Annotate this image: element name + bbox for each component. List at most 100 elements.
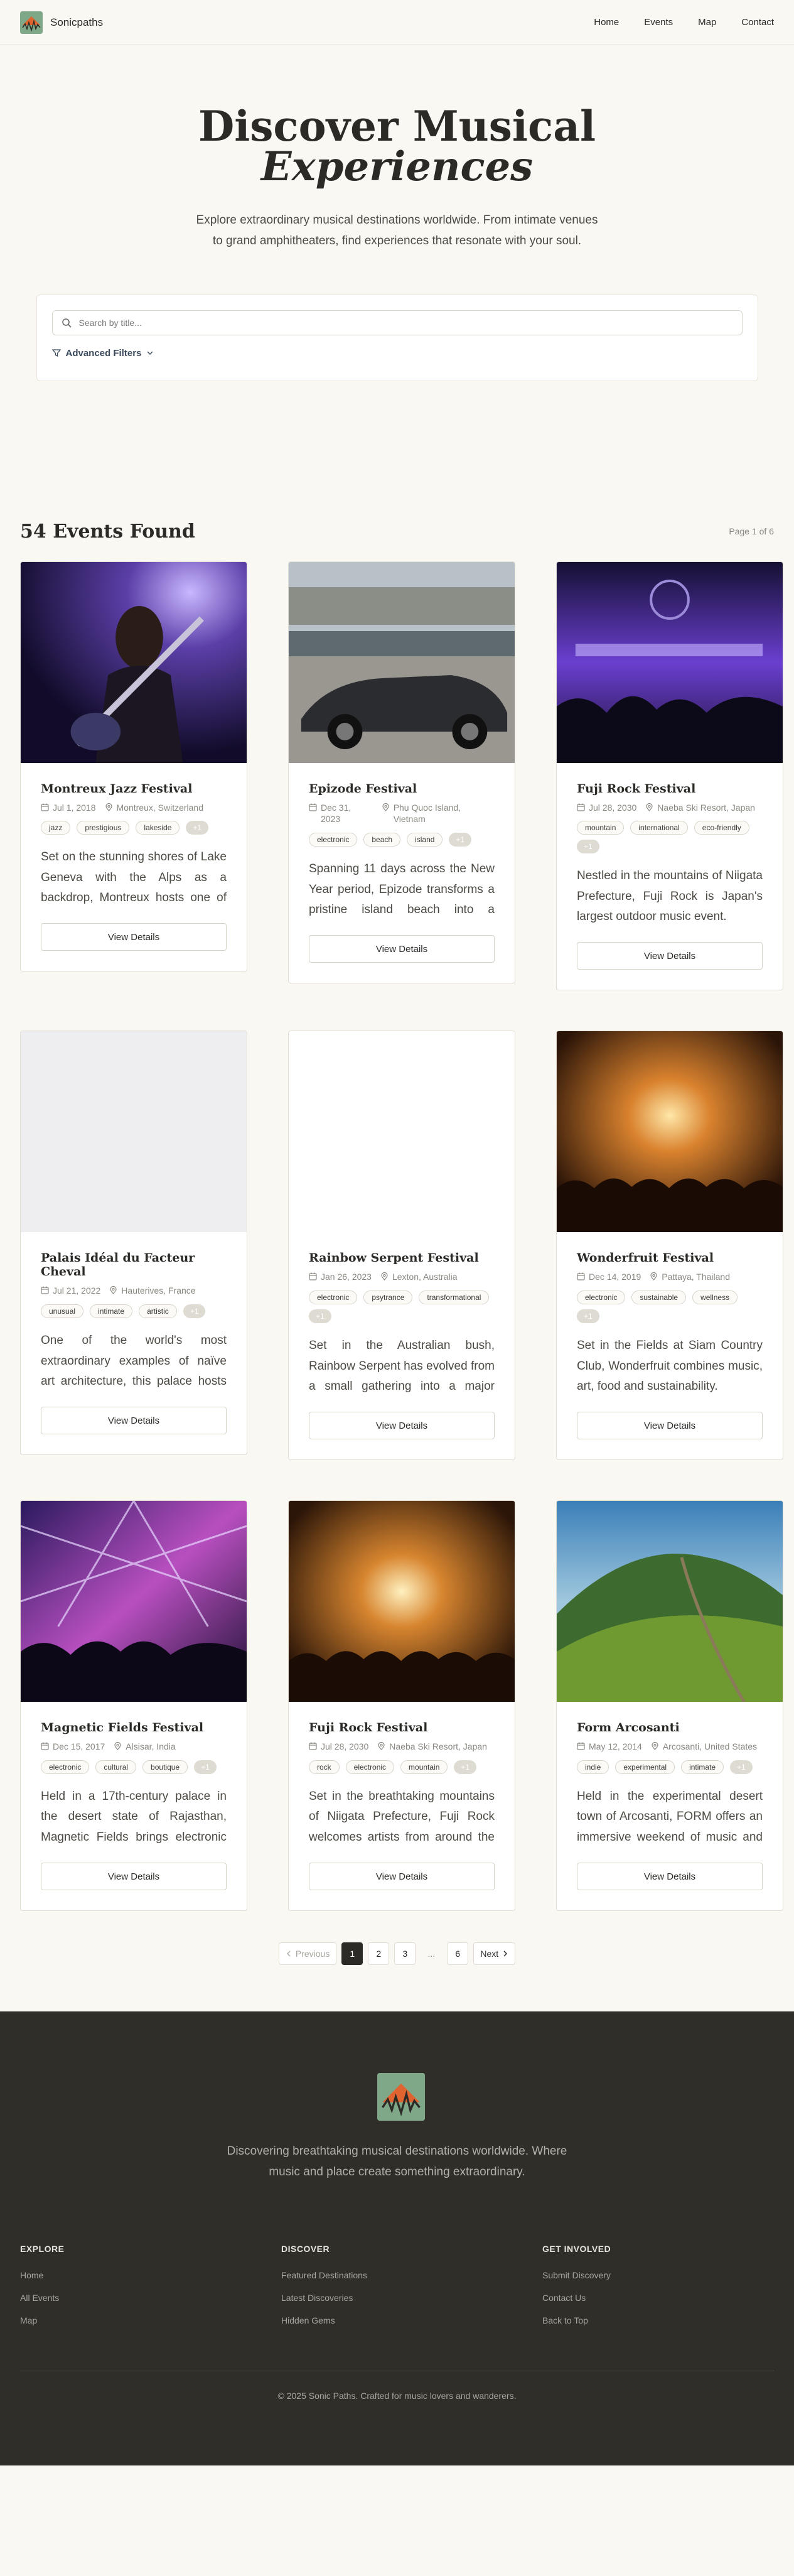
event-meta: Jul 21, 2022 Hauterives, France [41, 1285, 227, 1297]
sonicpaths-logo-icon[interactable] [20, 11, 43, 34]
event-date-text: Dec 15, 2017 [53, 1741, 105, 1752]
footer-copyright: © 2025 Sonic Paths. Crafted for music lo… [277, 2391, 517, 2401]
calendar-icon [41, 1742, 49, 1750]
view-details-button[interactable]: View Details [577, 942, 763, 970]
event-date: Jul 21, 2022 [41, 1285, 100, 1297]
page-button-6[interactable]: 6 [447, 1942, 469, 1966]
footer-link-featured[interactable]: Featured Destinations [281, 2270, 542, 2280]
view-details-button[interactable]: View Details [41, 1407, 227, 1435]
nav-map[interactable]: Map [698, 17, 716, 28]
previous-page-button[interactable]: Previous [278, 1942, 337, 1966]
filter-icon [51, 349, 61, 357]
footer-link-latest[interactable]: Latest Discoveries [281, 2293, 542, 2303]
view-details-button[interactable]: View Details [577, 1863, 763, 1891]
event-title[interactable]: Fuji Rock Festival [577, 782, 763, 796]
footer-link-contact[interactable]: Contact Us [542, 2293, 731, 2303]
event-image[interactable] [557, 1501, 783, 1702]
event-title[interactable]: Fuji Rock Festival [309, 1721, 495, 1734]
event-card-body: Epizode Festival Dec 31, 2023 Phu Quoc I… [289, 763, 515, 983]
event-image[interactable] [289, 561, 515, 763]
tag-badge: electronic [41, 1760, 90, 1775]
event-location: Naeba Ski Resort, Japan [377, 1741, 487, 1753]
event-date-text: Dec 31, 2023 [321, 802, 351, 825]
event-image[interactable] [557, 561, 783, 763]
event-card[interactable]: Epizode Festival Dec 31, 2023 Phu Quoc I… [288, 561, 515, 984]
footer-link-submit[interactable]: Submit Discovery [542, 2270, 731, 2280]
results-header: 54 Events Found Page 1 of 6 [0, 521, 794, 543]
footer-link-hidden-gems[interactable]: Hidden Gems [281, 2315, 542, 2325]
event-image[interactable] [289, 1031, 515, 1233]
event-card[interactable]: Rainbow Serpent Festival Jan 26, 2023 Le… [288, 1031, 515, 1461]
footer-link-all-events[interactable]: All Events [20, 2293, 281, 2303]
event-description: Held in the experimental desert town of … [577, 1790, 763, 1844]
page-button-2[interactable]: 2 [368, 1942, 390, 1966]
event-meta: Jul 28, 2030 Naeba Ski Resort, Japan [309, 1741, 495, 1753]
tag-badge: electronic [309, 833, 358, 847]
event-title[interactable]: Magnetic Fields Festival [41, 1721, 227, 1734]
event-card[interactable]: Palais Idéal du Facteur Cheval Jul 21, 2… [20, 1031, 247, 1456]
advanced-filters-toggle[interactable]: Advanced Filters [51, 348, 743, 359]
brand-name[interactable]: Sonicpaths [50, 16, 103, 29]
pagination: Previous 1 2 3 ... 6 Next [0, 1942, 794, 1966]
event-title[interactable]: Epizode Festival [309, 782, 495, 796]
tag-badge: intimate [681, 1760, 724, 1775]
event-date-text: Jul 1, 2018 [53, 802, 96, 813]
view-details-button[interactable]: View Details [309, 935, 495, 963]
page-button-3[interactable]: 3 [394, 1942, 416, 1966]
tag-badge: mountain [400, 1760, 448, 1775]
event-title[interactable]: Form Arcosanti [577, 1721, 763, 1734]
page-button-1[interactable]: 1 [341, 1942, 363, 1966]
search-input[interactable] [78, 317, 733, 328]
calendar-icon [309, 1272, 317, 1280]
calendar-icon [577, 803, 585, 811]
tag-badge: unusual [41, 1304, 84, 1319]
calendar-icon [309, 803, 317, 811]
footer-logo-icon[interactable] [377, 2073, 425, 2121]
view-details-button[interactable]: View Details [309, 1863, 495, 1891]
event-image[interactable] [21, 1031, 247, 1233]
location-pin-icon [382, 803, 389, 811]
event-description: Set in the breathtaking mountains of Nii… [309, 1790, 495, 1844]
view-details-button[interactable]: View Details [41, 1863, 227, 1891]
footer-link-home[interactable]: Home [20, 2270, 281, 2280]
event-tags: indie experimental intimate +1 [577, 1760, 763, 1775]
calendar-icon [577, 1742, 585, 1750]
search-box[interactable] [51, 310, 743, 335]
nav-home[interactable]: Home [594, 17, 619, 28]
event-location: Pattaya, Thailand [650, 1271, 730, 1283]
event-description: Held in a 17th-century palace in the des… [41, 1790, 227, 1844]
event-title[interactable]: Wonderfruit Festival [577, 1251, 763, 1265]
tag-badge: lakeside [136, 821, 180, 835]
nav-contact[interactable]: Contact [741, 17, 774, 28]
event-card[interactable]: Form Arcosanti May 12, 2014 Arcosanti, U… [556, 1500, 783, 1912]
event-date: Jul 28, 2030 [577, 802, 636, 814]
event-image[interactable] [21, 561, 247, 763]
event-date: Dec 31, 2023 [309, 802, 373, 826]
event-card[interactable]: Fuji Rock Festival Jul 28, 2030 Naeba Sk… [288, 1500, 515, 1912]
event-image[interactable] [557, 1031, 783, 1233]
event-title[interactable]: Rainbow Serpent Festival [309, 1251, 495, 1265]
event-card[interactable]: Fuji Rock Festival Jul 28, 2030 Naeba Sk… [556, 561, 783, 991]
brand[interactable]: Sonicpaths [20, 11, 103, 34]
footer-link-map[interactable]: Map [20, 2315, 281, 2325]
footer-link-back-to-top[interactable]: Back to Top [542, 2315, 731, 2325]
event-title[interactable]: Palais Idéal du Facteur Cheval [41, 1251, 227, 1279]
event-card-body: Fuji Rock Festival Jul 28, 2030 Naeba Sk… [289, 1702, 515, 1910]
event-card[interactable]: Magnetic Fields Festival Dec 15, 2017 Al… [20, 1500, 247, 1912]
event-image[interactable] [289, 1501, 515, 1702]
event-image[interactable] [21, 1501, 247, 1702]
tag-badge: transformational [419, 1291, 490, 1305]
view-details-button[interactable]: View Details [309, 1412, 495, 1440]
view-details-button[interactable]: View Details [577, 1412, 763, 1440]
event-date-text: Jul 21, 2022 [53, 1285, 101, 1296]
event-card-body: Wonderfruit Festival Dec 14, 2019 Pattay… [557, 1232, 783, 1459]
event-card[interactable]: Montreux Jazz Festival Jul 1, 2018 Montr… [20, 561, 247, 972]
tag-badge: experimental [615, 1760, 675, 1775]
view-details-button[interactable]: View Details [41, 923, 227, 951]
event-card[interactable]: Wonderfruit Festival Dec 14, 2019 Pattay… [556, 1031, 783, 1461]
event-title[interactable]: Montreux Jazz Festival [41, 782, 227, 796]
next-page-button[interactable]: Next [473, 1942, 516, 1966]
nav-events[interactable]: Events [644, 17, 673, 28]
chevron-down-icon [147, 351, 153, 355]
event-description: Spanning 11 days across the New Year per… [309, 862, 495, 916]
